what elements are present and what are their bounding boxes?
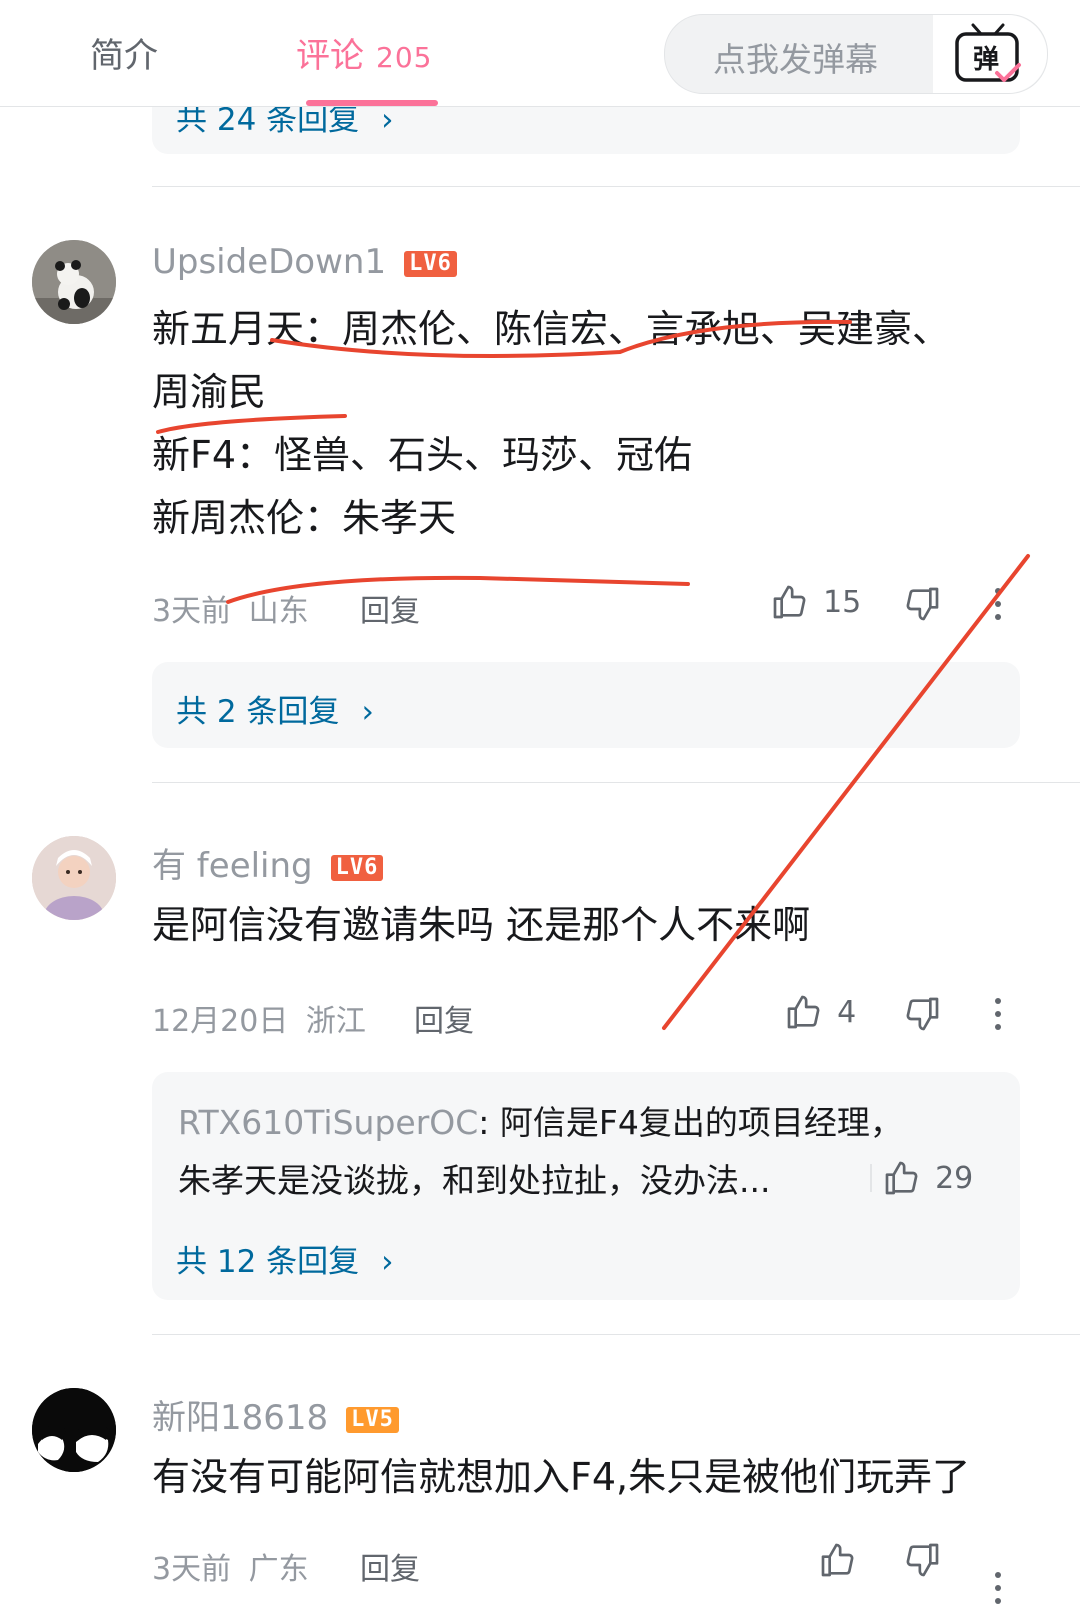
more-options-button[interactable]: [986, 586, 1010, 626]
sub-reply-like-button[interactable]: 29: [882, 1158, 973, 1198]
more-options-button[interactable]: [986, 1570, 1010, 1610]
comment-line: 新F4：怪兽、石头、玛莎、冠佑: [152, 433, 693, 477]
comment-content: 有没有可能阿信就想加入F4,朱只是被他们玩弄了: [152, 1455, 971, 1499]
separator: [870, 1164, 872, 1192]
danmaku-placeholder: 点我发弹幕: [713, 40, 878, 79]
like-button[interactable]: [818, 1540, 858, 1584]
thumb-up-icon: [787, 995, 820, 1029]
comment-meta: 3天前 山东: [152, 586, 309, 630]
comment-time: 3天前: [152, 1552, 232, 1587]
chevron-right-icon: ›: [381, 1244, 394, 1280]
reply-button[interactable]: 回复: [360, 1544, 420, 1588]
comment-username[interactable]: 新阳18618 LV5: [152, 1390, 399, 1439]
silhouette-avatar-image: [32, 1388, 116, 1472]
reply-count-text: 共 12 条回复: [176, 1244, 360, 1280]
comment-content: 新五月天：周杰伦、陈信宏、言承旭、吴建豪、 周渝民 新F4：怪兽、石头、玛莎、冠…: [152, 298, 1052, 550]
sub-reply-username[interactable]: RTX610TiSuperOC: [178, 1103, 478, 1142]
more-vertical-icon: [995, 998, 1001, 1030]
more-options-button[interactable]: [986, 996, 1010, 1036]
sub-reply-box[interactable]: RTX610TiSuperOC: 阿信是F4复出的项目经理， 朱孝天是没谈拢，和…: [152, 1072, 1020, 1300]
comment-line: 新周杰伦：朱孝天: [152, 496, 457, 540]
chevron-right-icon: ›: [381, 102, 394, 138]
divider: [152, 782, 1080, 783]
reply-count-link[interactable]: 共 2 条回复 ›: [176, 686, 374, 731]
tab-comments-count: 205: [376, 41, 433, 74]
reply-count-text: 共 24 条回复: [176, 102, 360, 138]
comment-time: 3天前: [152, 594, 232, 629]
username-text: 有 feeling: [152, 846, 313, 886]
comment-content: 是阿信没有邀请朱吗 还是那个人不来啊: [152, 903, 811, 947]
like-button[interactable]: 15: [770, 582, 861, 622]
thumb-up-icon: [821, 1543, 854, 1577]
thumb-up-icon: [885, 1161, 918, 1195]
child-avatar-image: [32, 836, 116, 920]
tab-comments-label: 评论: [296, 36, 364, 76]
thumb-down-icon: [906, 587, 939, 621]
danmaku-tv-icon: 弹: [955, 23, 1021, 82]
strike-line-mark: [662, 554, 1030, 1030]
more-vertical-icon: [995, 588, 1001, 620]
comment-time: 12月20日: [152, 1004, 289, 1039]
sub-reply-line: RTX610TiSuperOC: 阿信是F4复出的项目经理，: [178, 1094, 1008, 1152]
sub-reply-colon: :: [478, 1103, 500, 1142]
tab-bar: 简介 评论 205 点我发弹幕 弹: [0, 0, 1080, 107]
reply-count-link[interactable]: 共 12 条回复 ›: [176, 1236, 394, 1281]
like-count: 4: [837, 994, 857, 1030]
like-count: 15: [823, 584, 862, 620]
comment-meta: 12月20日 浙江: [152, 996, 366, 1040]
comment-location: 浙江: [305, 1004, 366, 1039]
dislike-button[interactable]: [902, 584, 942, 628]
username-text: UpsideDown1: [152, 242, 387, 282]
reply-box[interactable]: 共 2 条回复 ›: [152, 662, 1020, 748]
more-vertical-icon: [995, 1572, 1001, 1604]
avatar[interactable]: [32, 1388, 116, 1472]
dislike-button[interactable]: [902, 994, 942, 1038]
like-button[interactable]: 4: [784, 992, 856, 1032]
comment-line: 新五月天：周杰伦、陈信宏、言承旭、吴建豪、: [152, 307, 951, 351]
danmaku-icon-label: 弹: [973, 45, 999, 75]
thumb-down-icon: [906, 997, 939, 1031]
tab-comments[interactable]: 评论 205: [296, 28, 432, 77]
thumb-down-icon: [906, 1543, 939, 1577]
reply-count-text: 共 2 条回复: [176, 694, 340, 730]
danmaku-toggle-button[interactable]: 弹: [933, 15, 1047, 93]
danmaku-input[interactable]: 点我发弹幕 弹: [664, 14, 1048, 94]
sub-reply-text: 阿信是F4复出的项目经理，: [499, 1103, 903, 1142]
username-text: 新阳18618: [152, 1398, 329, 1438]
level-badge: LV6: [330, 854, 384, 881]
like-count: 29: [935, 1160, 974, 1196]
comment-location: 山东: [248, 594, 309, 629]
reply-button[interactable]: 回复: [414, 996, 474, 1040]
sub-reply-text: 朱孝天是没谈拢，和到处拉扯，没办法...: [178, 1161, 771, 1200]
comment-line: 周渝民: [152, 370, 267, 414]
comment-location: 广东: [248, 1552, 309, 1587]
reply-button[interactable]: 回复: [360, 586, 420, 630]
comment-meta: 3天前 广东: [152, 1544, 309, 1588]
dislike-button[interactable]: [902, 1540, 942, 1584]
panda-avatar-image: [32, 240, 116, 324]
avatar[interactable]: [32, 836, 116, 920]
divider: [152, 1334, 1080, 1335]
level-badge: LV5: [346, 1406, 399, 1433]
active-tab-indicator: [306, 100, 438, 106]
comment-username[interactable]: UpsideDown1 LV6: [152, 242, 457, 282]
avatar[interactable]: [32, 240, 116, 324]
chevron-right-icon: ›: [361, 694, 374, 730]
comment-username[interactable]: 有 feeling LV6: [152, 838, 384, 887]
divider: [152, 186, 1080, 187]
thumb-up-icon: [773, 585, 806, 619]
tab-intro[interactable]: 简介: [90, 28, 158, 77]
level-badge: LV6: [404, 250, 457, 277]
